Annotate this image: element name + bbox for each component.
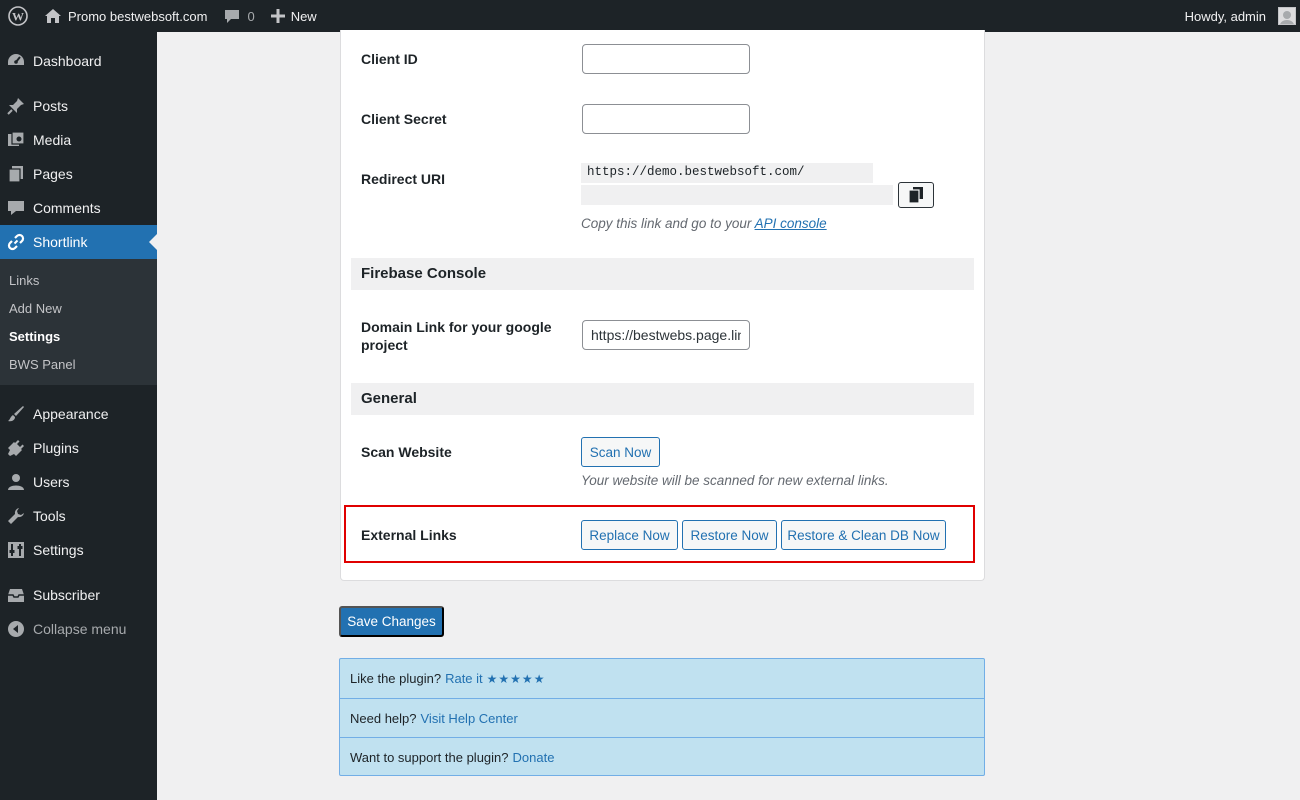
inbox-icon: [6, 585, 26, 605]
scan-now-button[interactable]: Scan Now: [581, 437, 660, 467]
menu-label: Settings: [33, 542, 84, 558]
collapse-menu-button[interactable]: Collapse menu: [0, 612, 157, 646]
redirect-uri-description: Copy this link and go to your API consol…: [581, 216, 827, 231]
menu-settings[interactable]: Settings: [0, 533, 157, 567]
menu-label: Appearance: [33, 406, 109, 422]
save-changes-button[interactable]: Save Changes: [339, 606, 444, 637]
help-center-link[interactable]: Visit Help Center: [421, 711, 518, 726]
donate-link[interactable]: Donate: [513, 750, 555, 765]
menu-label: Dashboard: [33, 53, 102, 69]
comments-count: 0: [247, 8, 255, 24]
scan-website-label: Scan Website: [361, 444, 452, 460]
account-menu[interactable]: Howdy, admin: [1177, 0, 1300, 32]
rate-row: Like the plugin? Rate it ★★★★★: [340, 659, 984, 698]
admin-bar: W Promo bestwebsoft.com 0 New Howdy, adm…: [0, 0, 1300, 32]
pages-icon: [6, 164, 26, 184]
restore-now-button[interactable]: Restore Now: [682, 520, 777, 550]
main-content: Client ID Client Secret Redirect URI htt…: [157, 30, 1300, 800]
general-section-heading: General: [351, 383, 974, 415]
client-secret-label: Client Secret: [361, 111, 447, 127]
submenu-settings[interactable]: Settings: [9, 329, 60, 344]
client-secret-input[interactable]: [582, 104, 750, 134]
svg-text:W: W: [12, 10, 24, 24]
redirect-uri-label: Redirect URI: [361, 171, 446, 187]
link-icon: [6, 232, 26, 252]
brush-icon: [6, 404, 26, 424]
menu-tools[interactable]: Tools: [0, 499, 157, 533]
api-console-link[interactable]: API console: [755, 216, 827, 231]
submenu-bws-panel[interactable]: BWS Panel: [9, 357, 75, 372]
avatar: [1278, 7, 1296, 25]
media-icon: [6, 130, 26, 150]
menu-media[interactable]: Media: [0, 123, 157, 157]
menu-label: Posts: [33, 98, 69, 114]
help-text: Need help?: [350, 710, 417, 726]
redirect-uri-code-cont: [581, 185, 893, 205]
menu-label: Comments: [33, 200, 101, 216]
replace-now-button[interactable]: Replace Now: [581, 520, 678, 550]
site-name-link[interactable]: Promo bestwebsoft.com: [36, 0, 215, 32]
wrench-icon: [6, 506, 26, 526]
domain-link-label: Domain Link for your google project: [361, 319, 552, 353]
menu-users[interactable]: Users: [0, 465, 157, 499]
menu-label: Tools: [33, 508, 66, 524]
star-rating-icons[interactable]: ★★★★★: [487, 672, 546, 686]
menu-shortlink[interactable]: Shortlink: [0, 225, 157, 259]
support-row: Want to support the plugin? Donate: [340, 737, 984, 776]
submenu-links[interactable]: Links: [9, 273, 39, 288]
redirect-uri-code: https://demo.bestwebsoft.com/: [581, 163, 873, 183]
dashboard-icon: [6, 51, 26, 71]
redirect-desc-text: Copy this link and go to your: [581, 216, 752, 231]
restore-clean-db-button[interactable]: Restore & Clean DB Now: [781, 520, 946, 550]
wordpress-logo-icon[interactable]: W: [0, 0, 36, 32]
redirect-uri-text: https://demo.bestwebsoft.com/: [587, 165, 805, 179]
menu-appearance[interactable]: Appearance: [0, 397, 157, 431]
admin-sidebar: Dashboard Posts Media Pages Comments Sho…: [0, 32, 157, 800]
external-links-label: External Links: [361, 527, 457, 543]
menu-label: Plugins: [33, 440, 79, 456]
help-row: Need help? Visit Help Center: [340, 698, 984, 737]
site-name: Promo bestwebsoft.com: [68, 8, 208, 24]
support-text: Want to support the plugin?: [350, 749, 509, 765]
menu-posts[interactable]: Posts: [0, 89, 157, 123]
rate-link[interactable]: Rate it: [445, 671, 483, 686]
plug-icon: [6, 438, 26, 458]
menu-label: Pages: [33, 166, 73, 182]
new-content-link[interactable]: New: [263, 0, 325, 32]
menu-comments[interactable]: Comments: [0, 191, 157, 225]
plugin-info-box: Like the plugin? Rate it ★★★★★ Need help…: [339, 658, 985, 776]
client-id-input[interactable]: [582, 44, 750, 74]
menu-pages[interactable]: Pages: [0, 157, 157, 191]
menu-label: Subscriber: [33, 587, 100, 603]
collapse-icon: [6, 619, 26, 639]
copy-icon: [909, 187, 923, 203]
pin-icon: [6, 96, 26, 116]
menu-label: Collapse menu: [33, 621, 127, 637]
settings-icon: [6, 540, 26, 560]
menu-subscriber[interactable]: Subscriber: [0, 578, 157, 612]
scan-description: Your website will be scanned for new ext…: [581, 473, 889, 488]
firebase-section-heading: Firebase Console: [351, 258, 974, 290]
rate-text: Like the plugin?: [350, 671, 442, 686]
menu-dashboard[interactable]: Dashboard: [0, 44, 157, 78]
comments-link[interactable]: 0: [215, 0, 262, 32]
comment-icon: [6, 198, 26, 218]
greeting: Howdy, admin: [1184, 8, 1266, 24]
copy-button[interactable]: [898, 182, 934, 208]
new-label: New: [290, 8, 317, 24]
domain-link-input[interactable]: [582, 320, 750, 350]
shortlink-submenu: Links Add New Settings BWS Panel: [0, 259, 157, 385]
home-icon: [44, 8, 62, 24]
comment-bubble-icon: [223, 8, 241, 24]
menu-label: Users: [33, 474, 70, 490]
menu-plugins[interactable]: Plugins: [0, 431, 157, 465]
menu-label: Media: [33, 132, 72, 148]
submenu-add-new[interactable]: Add New: [9, 301, 62, 316]
menu-label: Shortlink: [33, 234, 88, 250]
client-id-label: Client ID: [361, 51, 418, 67]
plus-icon: [270, 9, 285, 23]
user-icon: [6, 472, 26, 492]
